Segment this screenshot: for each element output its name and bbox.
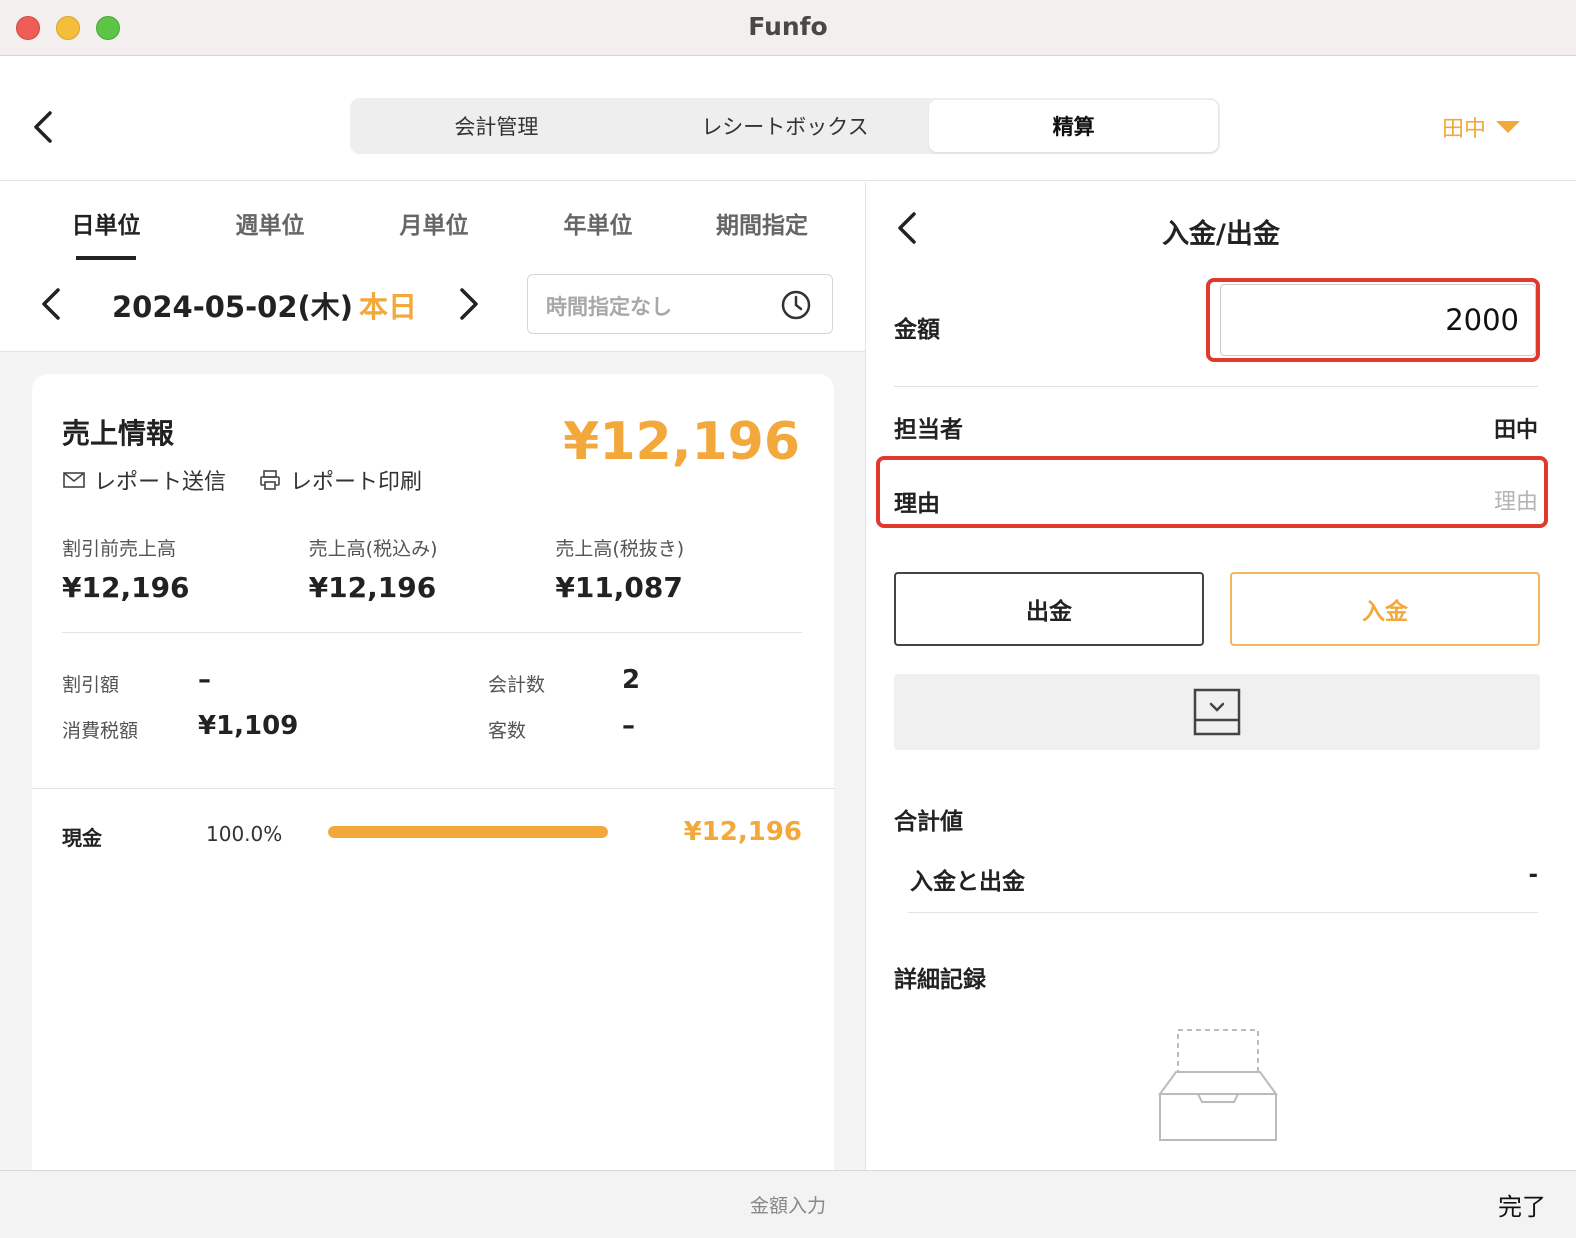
cash-in-button[interactable]: 入金 [1230, 572, 1540, 646]
period-tab-day[interactable]: 日単位 [24, 202, 188, 260]
mail-icon [63, 472, 85, 488]
report-actions: レポート送信 レポート印刷 [62, 464, 422, 496]
guest-count-label: 客数 [488, 720, 527, 742]
sales-total: ¥12,196 [563, 412, 800, 472]
cash-progress-fill [328, 826, 608, 838]
date-row: 2024-05-02(木) 本日 時間指定なし [0, 274, 865, 334]
period-tab-year[interactable]: 年単位 [516, 202, 680, 258]
user-dropdown[interactable]: 田中 [1442, 111, 1521, 143]
done-button[interactable]: 完了 [1498, 1187, 1546, 1222]
input-mode-label: 金額入力 [749, 1195, 826, 1217]
divider [32, 788, 834, 789]
main-segmented-control: 会計管理 レシートボックス 精算 [350, 98, 1220, 154]
tax-value: ¥1,109 [198, 711, 299, 741]
period-tab-range[interactable]: 期間指定 [680, 202, 844, 258]
keyboard-accessory-bar: 金額入力 完了 [0, 1170, 1576, 1238]
period-tabs: 日単位 週単位 月単位 年単位 期間指定 [24, 202, 844, 260]
chevron-left-icon [34, 111, 52, 143]
cash-progress-bar [328, 826, 608, 838]
summary-row-label: 入金と出金 [910, 869, 1025, 895]
cash-in-out-panel: 入金/出金 金額 2000 担当者 田中 理由 理由 出金 入金 合計値 入金と… [866, 182, 1576, 1170]
cash-label: 現金 [62, 826, 102, 850]
empty-box-icon [1158, 1029, 1278, 1141]
time-filter-placeholder: 時間指定なし [546, 295, 672, 319]
time-filter-field[interactable]: 時間指定なし [527, 274, 833, 334]
summary-title: 合計値 [894, 809, 963, 835]
amount-label: 金額 [894, 317, 940, 343]
send-report-label: レポート送信 [94, 470, 227, 495]
discount-value: – [198, 665, 211, 695]
cash-out-button[interactable]: 出金 [894, 572, 1204, 646]
divider [894, 386, 1538, 387]
tab-settlement[interactable]: 精算 [929, 100, 1219, 152]
metric-label: 売上高(税込み) [308, 538, 438, 560]
title-bar: Funfo [0, 0, 1576, 56]
highlight-box [1206, 278, 1540, 362]
metric-gross-sales: 割引前売上高 ¥12,196 [62, 534, 309, 604]
sales-metrics: 割引前売上高 ¥12,196 売上高(税込み) ¥12,196 売上高(税抜き)… [62, 534, 802, 604]
metric-value: ¥11,087 [555, 571, 683, 604]
top-navigation: 会計管理 レシートボックス 精算 田中 [0, 57, 1576, 181]
cash-percent: 100.0% [206, 822, 283, 846]
metric-sales-tax-incl: 売上高(税込み) ¥12,196 [309, 534, 556, 604]
metric-label: 売上高(税抜き) [555, 538, 685, 560]
today-label: 本日 [359, 290, 418, 324]
divider [908, 912, 1538, 913]
sales-info-title: 売上情報 [62, 417, 175, 450]
date-value: 2024-05-02(木) [112, 290, 354, 324]
clock-icon [781, 290, 811, 320]
print-report-button[interactable]: レポート印刷 [258, 464, 422, 496]
next-date-button[interactable] [456, 284, 484, 324]
window-title: Funfo [748, 12, 828, 41]
metric-value: ¥12,196 [62, 571, 190, 604]
print-report-label: レポート印刷 [290, 470, 423, 495]
staff-value[interactable]: 田中 [1494, 412, 1538, 444]
transaction-count-value: 2 [622, 665, 641, 695]
detail-title: 詳細記録 [894, 967, 986, 993]
discount-label: 割引額 [62, 674, 120, 696]
tab-accounting[interactable]: 会計管理 [352, 100, 641, 152]
tax-label: 消費税額 [62, 720, 139, 742]
tab-receipt-box[interactable]: レシートボックス [641, 100, 930, 152]
summary-row-value: - [1528, 862, 1538, 888]
period-tab-month[interactable]: 月単位 [352, 202, 516, 258]
period-header: 日単位 週単位 月単位 年単位 期間指定 2024-05-02(木) 本日 時間指… [0, 182, 865, 352]
caret-down-icon [1496, 121, 1521, 133]
sales-panel: 日単位 週単位 月単位 年単位 期間指定 2024-05-02(木) 本日 時間指… [0, 182, 866, 1174]
divider [62, 632, 802, 633]
panel-title: 入金/出金 [1162, 219, 1280, 250]
chevron-right-icon [460, 288, 478, 320]
open-cash-drawer-button[interactable] [894, 674, 1540, 750]
sales-info-card: 売上情報 ¥12,196 レポート送信 レポート印刷 割引前売上高 ¥12,19… [32, 374, 834, 1174]
chevron-left-icon [42, 288, 60, 320]
staff-label: 担当者 [894, 417, 963, 443]
current-date: 2024-05-02(木) 本日 [112, 284, 417, 326]
highlight-box [876, 456, 1548, 528]
send-report-button[interactable]: レポート送信 [62, 464, 226, 496]
metric-label: 割引前売上高 [62, 538, 177, 560]
cash-amount: ¥12,196 [683, 817, 802, 847]
previous-date-button[interactable] [36, 284, 64, 324]
back-button[interactable] [28, 107, 62, 147]
printer-icon [260, 470, 280, 490]
guest-count-value: – [622, 711, 635, 741]
metric-sales-tax-excl: 売上高(税抜き) ¥11,087 [555, 534, 802, 604]
transaction-count-label: 会計数 [488, 674, 546, 696]
metric-value: ¥12,196 [308, 571, 437, 604]
cash-drawer-icon [1193, 688, 1241, 736]
period-tab-week[interactable]: 週単位 [188, 202, 352, 258]
user-name: 田中 [1442, 117, 1487, 142]
